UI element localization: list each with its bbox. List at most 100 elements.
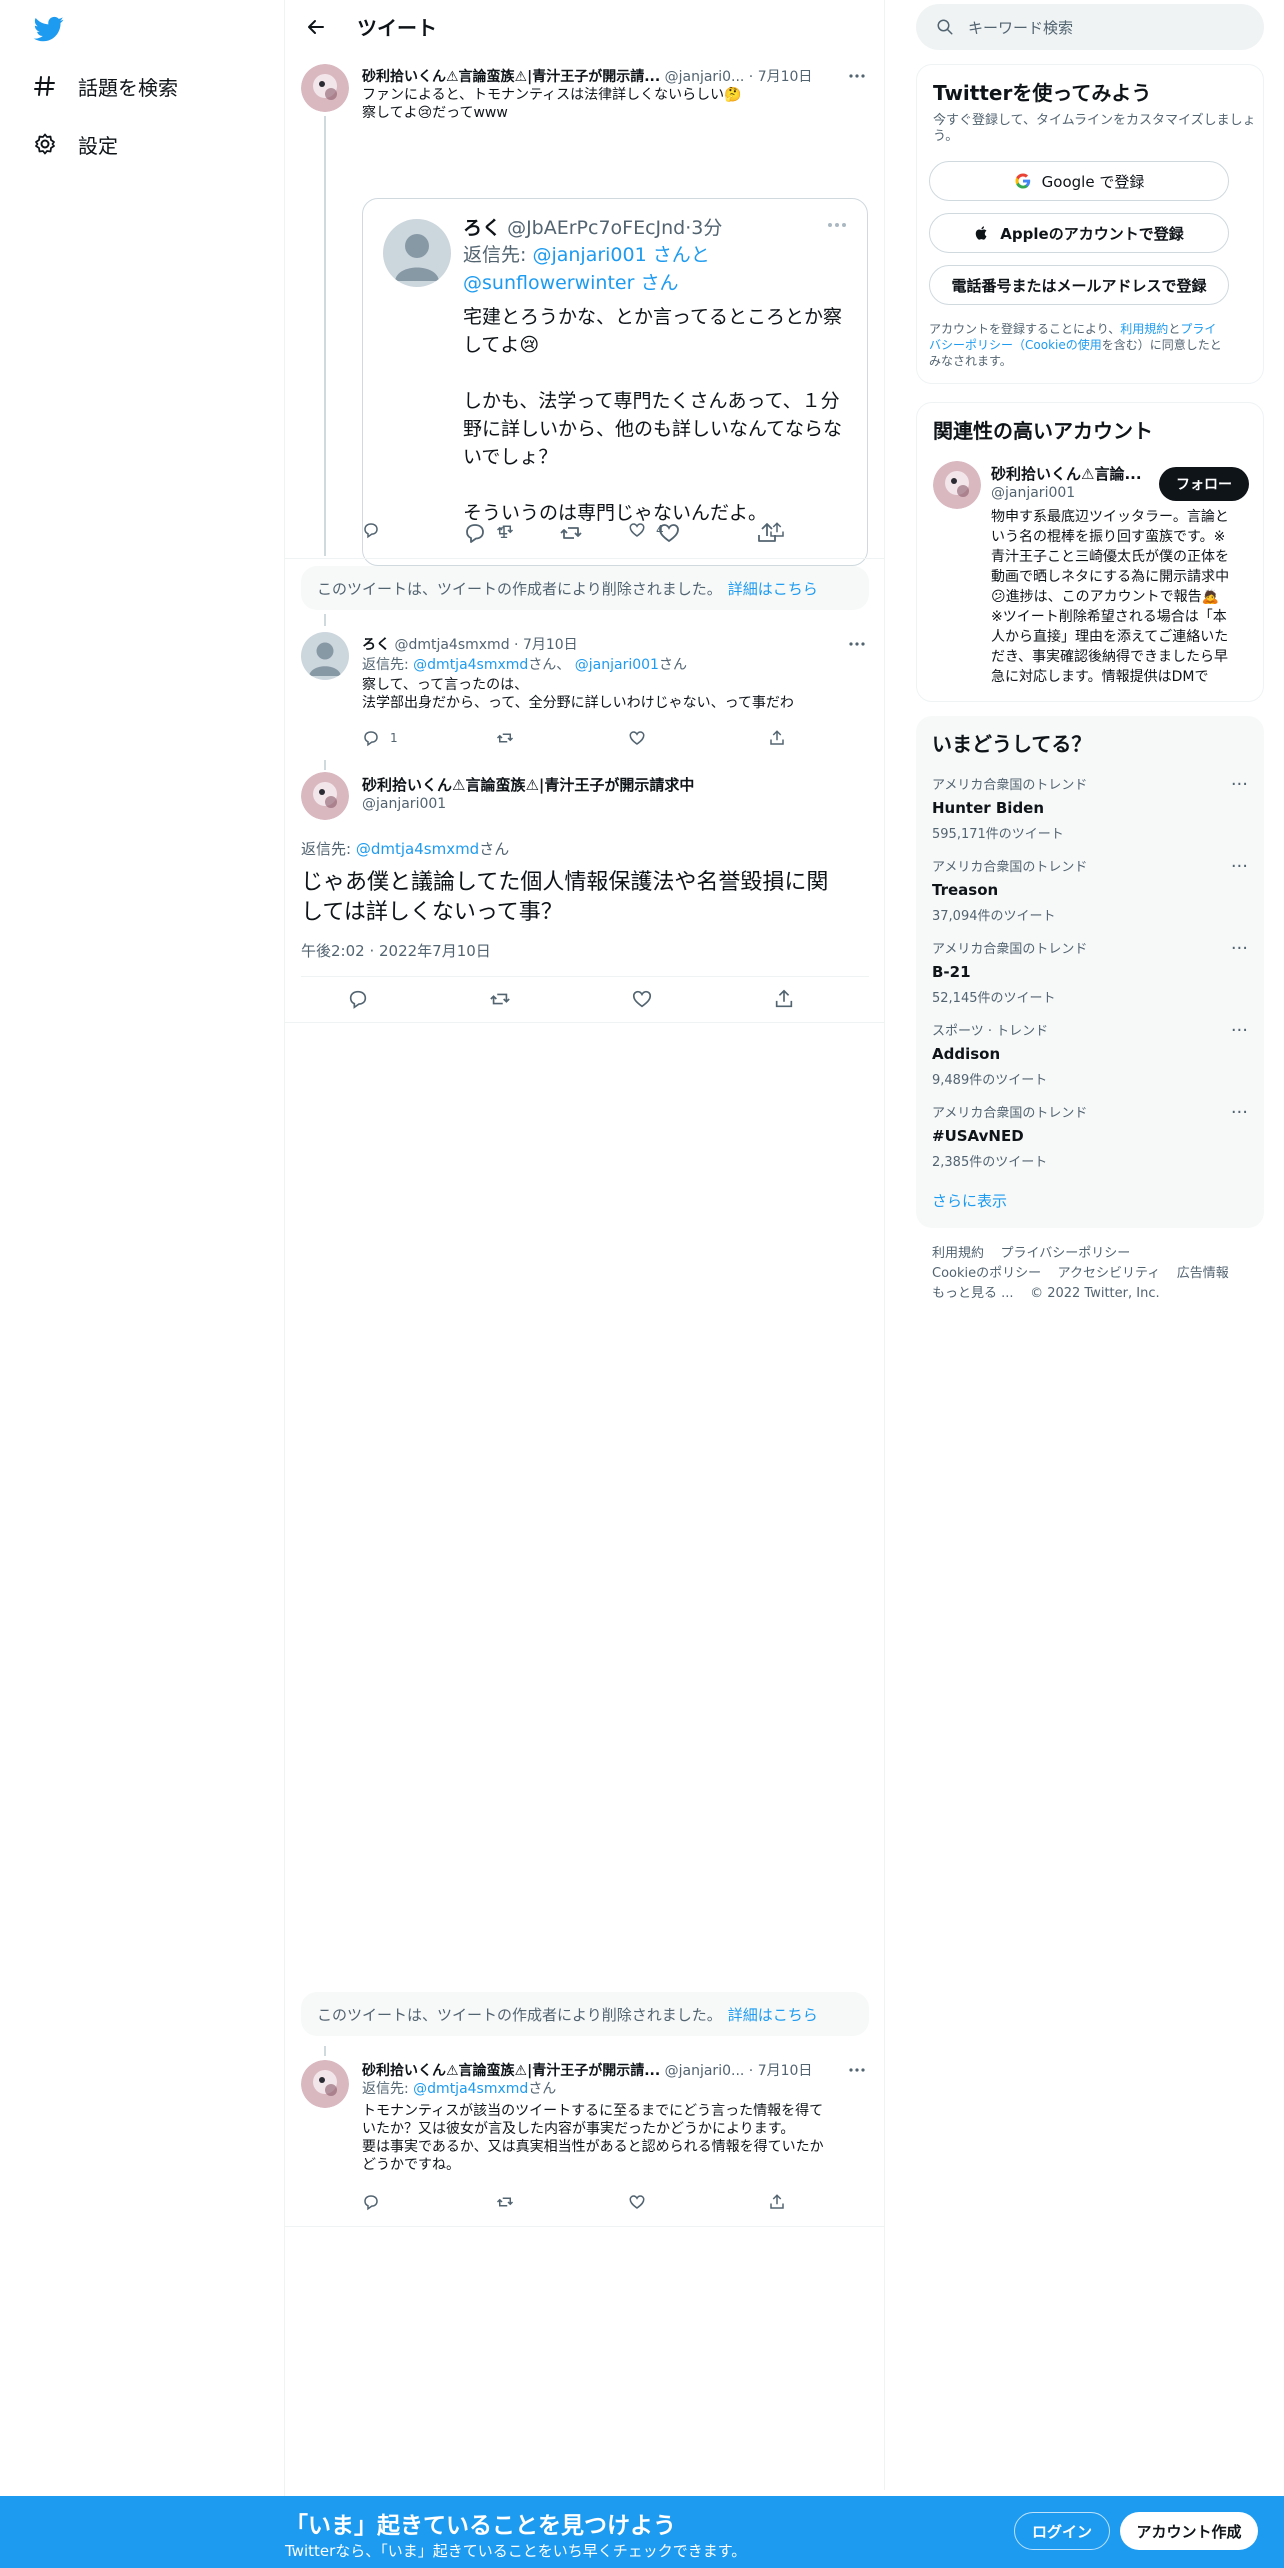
- like-icon: [629, 523, 645, 537]
- search-input[interactable]: キーワード検索: [916, 4, 1264, 50]
- google-signup-button[interactable]: Google で登録: [929, 161, 1229, 201]
- show-more-link[interactable]: さらに表示: [932, 1190, 1007, 1211]
- display-name[interactable]: 砂利拾いくん⚠言論蛮族⚠|青汁王子が開示請...: [362, 2063, 660, 2079]
- default-avatar-icon[interactable]: [301, 632, 349, 680]
- trend-item[interactable]: アメリカ合衆国のトレンド B-21 52,145件のツイート ···: [932, 938, 1248, 1020]
- twitter-logo-icon[interactable]: [32, 14, 66, 44]
- like-icon[interactable]: [628, 2192, 646, 2212]
- trend-item[interactable]: アメリカ合衆国のトレンド #USAvNED 2,385件のツイート ···: [932, 1102, 1248, 1184]
- related-handle[interactable]: @janjari001: [991, 485, 1075, 501]
- handle[interactable]: @janjari0...: [665, 69, 745, 85]
- reply-icon[interactable]: [362, 520, 380, 540]
- legal-text: みなされます。: [929, 354, 1012, 368]
- handle[interactable]: @janjari001: [362, 796, 446, 812]
- nav-settings[interactable]: 設定: [32, 126, 118, 162]
- nav-explore[interactable]: 話題を検索: [32, 68, 178, 104]
- trend-item[interactable]: スポーツ · トレンド Addison 9,489件のツイート ···: [932, 1020, 1248, 1102]
- apple-signup-button[interactable]: Appleのアカウントで登録: [929, 213, 1229, 253]
- main-tweet-actions: [301, 988, 869, 1014]
- avatar[interactable]: [933, 461, 981, 509]
- retweet-icon[interactable]: [496, 728, 514, 748]
- phone-email-signup-button[interactable]: 電話番号またはメールアドレスで登録: [929, 265, 1229, 305]
- quote-display-name[interactable]: ろく: [463, 217, 501, 239]
- tweet-text-line: 法学部出身だから、って、全分野に詳しいわけじゃない、って事だわ: [362, 695, 794, 711]
- gear-icon: [32, 131, 58, 157]
- related-display-name[interactable]: 砂利拾いくん⚠言論...: [991, 463, 1142, 484]
- like-icon[interactable]: [628, 728, 646, 748]
- reply-icon[interactable]: [362, 2192, 380, 2212]
- share-icon[interactable]: [768, 520, 786, 540]
- retweet-icon[interactable]: [489, 988, 511, 1014]
- tweet-2[interactable]: ろく @dmtja4smxmd · 7月10日 返信先: @dmtja4smxm…: [285, 614, 885, 760]
- avatar[interactable]: [301, 772, 349, 820]
- back-arrow-icon[interactable]: [299, 10, 333, 44]
- reply-link[interactable]: @janjari001 さんと: [532, 244, 709, 266]
- details-link[interactable]: 詳細はこちら: [728, 2004, 818, 2025]
- sidebar-footer: 利用規約 プライバシーポリシー Cookieのポリシー アクセシビリティ 広告情…: [932, 1244, 1229, 1304]
- reply-icon[interactable]: [347, 988, 369, 1014]
- more-icon[interactable]: ···: [1231, 938, 1248, 959]
- avatar[interactable]: [301, 64, 349, 112]
- avatar[interactable]: [301, 2060, 349, 2108]
- more-icon[interactable]: [845, 634, 869, 654]
- privacy-link[interactable]: プライ: [1180, 322, 1216, 336]
- tweet-date[interactable]: 7月10日: [758, 2063, 813, 2079]
- share-icon[interactable]: [768, 2192, 786, 2212]
- footer-privacy-link[interactable]: プライバシーポリシー: [1001, 1246, 1131, 1261]
- signup-button[interactable]: アカウント作成: [1120, 2512, 1258, 2550]
- like-button[interactable]: 4: [628, 520, 664, 540]
- thread-line: [324, 614, 326, 626]
- footer-more-link[interactable]: もっと見る ...: [932, 1286, 1014, 1301]
- signup-title: Twitterを使ってみよう: [933, 81, 1152, 105]
- default-avatar-icon[interactable]: [383, 219, 451, 287]
- tweet-date[interactable]: 7月10日: [523, 637, 578, 653]
- quote-more-icon[interactable]: [825, 215, 849, 235]
- retweet-icon[interactable]: [496, 2192, 514, 2212]
- footer-cookie-link[interactable]: Cookieのポリシー: [932, 1266, 1041, 1281]
- display-name[interactable]: 砂利拾いくん⚠言論蛮族⚠|青汁王子が開示請求中: [362, 774, 694, 795]
- quoted-tweet[interactable]: ろく @JbAErPc7oFEcJnd·3分 返信先: @janjari001 …: [362, 198, 868, 566]
- more-icon[interactable]: ···: [1231, 1020, 1248, 1041]
- reply-link[interactable]: @dmtja4smxmd: [413, 2081, 528, 2097]
- trend-item[interactable]: アメリカ合衆国のトレンド Treason 37,094件のツイート ···: [932, 856, 1248, 938]
- reply-link[interactable]: @janjari001: [575, 657, 659, 673]
- more-icon[interactable]: [845, 2060, 869, 2080]
- trend-item[interactable]: アメリカ合衆国のトレンド Hunter Biden 595,171件のツイート …: [932, 774, 1248, 856]
- handle[interactable]: @dmtja4smxmd: [394, 637, 509, 653]
- footer-ads-link[interactable]: 広告情報: [1177, 1266, 1229, 1281]
- reply-button[interactable]: 1: [362, 728, 398, 748]
- footer-terms-link[interactable]: 利用規約: [932, 1246, 984, 1261]
- tweet-timestamp[interactable]: 午後2:02 · 2022年7月10日: [301, 940, 491, 961]
- tweet-1[interactable]: 砂利拾いくん⚠言論蛮族⚠|青汁王子が開示請... @janjari0... · …: [285, 58, 885, 566]
- details-link[interactable]: 詳細はこちら: [728, 578, 818, 599]
- follow-button[interactable]: フォロー: [1159, 467, 1249, 501]
- tweet-header: 砂利拾いくん⚠言論蛮族⚠|青汁王子が開示請... @janjari0... · …: [362, 69, 813, 85]
- reply-suffix: さん: [658, 657, 687, 673]
- handle[interactable]: @janjari0...: [665, 2063, 745, 2079]
- tweet-date[interactable]: 7月10日: [758, 69, 813, 85]
- deleted-tweet-notice: このツイートは、ツイートの作成者により削除されました。 詳細はこちら: [301, 1992, 869, 2036]
- bio-line: 😕進捗は、このアカウントで報告🙇: [991, 589, 1220, 605]
- reply-link[interactable]: @sunflowerwinter さん: [463, 269, 710, 297]
- bio-line: 青汁王子こと三崎優太氏が僕の正体を: [991, 549, 1229, 565]
- privacy-link[interactable]: バシーポリシー（Cookieの使用: [929, 338, 1102, 352]
- display-name[interactable]: 砂利拾いくん⚠言論蛮族⚠|青汁王子が開示請...: [362, 69, 660, 85]
- more-icon[interactable]: ···: [1231, 774, 1248, 795]
- like-icon[interactable]: [631, 988, 653, 1014]
- display-name[interactable]: ろく: [362, 637, 390, 653]
- terms-link[interactable]: 利用規約: [1120, 322, 1168, 336]
- login-button[interactable]: ログイン: [1014, 2512, 1110, 2550]
- more-icon[interactable]: ···: [1231, 856, 1248, 877]
- share-icon[interactable]: [773, 988, 795, 1014]
- reply-link[interactable]: @dmtja4smxmd: [356, 840, 479, 858]
- reply-link[interactable]: @dmtja4smxmd: [413, 657, 528, 673]
- footer-accessibility-link[interactable]: アクセシビリティ: [1058, 1266, 1161, 1281]
- quote-handle[interactable]: @JbAErPc7oFEcJnd: [507, 217, 685, 239]
- retweet-icon[interactable]: [496, 520, 514, 540]
- share-icon[interactable]: [768, 728, 786, 748]
- more-icon[interactable]: ···: [1231, 1102, 1248, 1123]
- tweet-text: 察して、って言ったのは、 法学部出身だから、って、全分野に詳しいわけじゃない、っ…: [362, 676, 794, 712]
- tweet-4[interactable]: 砂利拾いくん⚠言論蛮族⚠|青汁王子が開示請... @janjari0... · …: [285, 2046, 885, 2228]
- more-icon[interactable]: [845, 66, 869, 86]
- quote-time[interactable]: 3分: [691, 217, 722, 239]
